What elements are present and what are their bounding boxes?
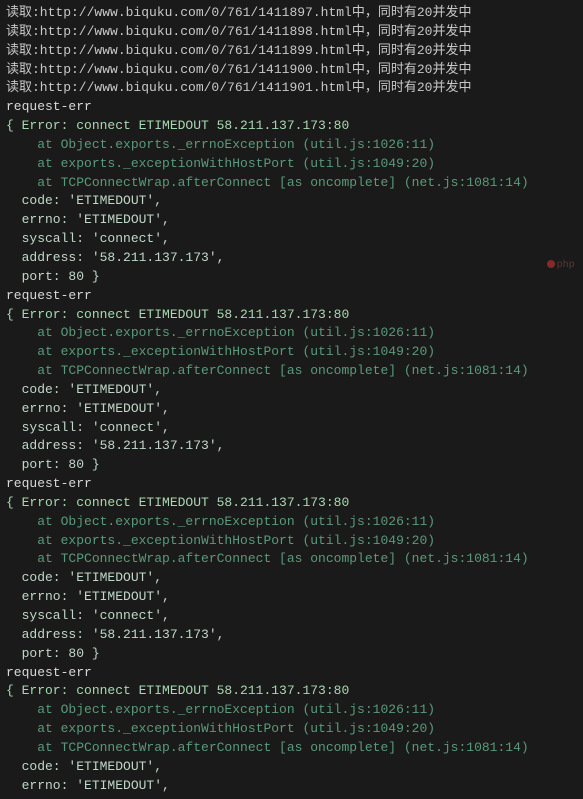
error-header: { Error: connect ETIMEDOUT 58.211.137.17… bbox=[6, 682, 577, 701]
watermark-badge: php bbox=[547, 258, 575, 273]
stack-trace-line: at Object.exports._errnoException (util.… bbox=[6, 324, 577, 343]
watermark-text: php bbox=[557, 259, 575, 270]
fetch-log-line: 读取:http://www.biquku.com/0/761/1411901.h… bbox=[6, 79, 577, 98]
error-label: request-err bbox=[6, 475, 577, 494]
stack-trace-line: at Object.exports._errnoException (util.… bbox=[6, 136, 577, 155]
error-label: request-err bbox=[6, 287, 577, 306]
fetch-log-line: 读取:http://www.biquku.com/0/761/1411900.h… bbox=[6, 61, 577, 80]
error-property-line: errno: 'ETIMEDOUT', bbox=[6, 400, 577, 419]
error-property-line: code: 'ETIMEDOUT', bbox=[6, 758, 577, 777]
terminal-output: 读取:http://www.biquku.com/0/761/1411897.h… bbox=[6, 4, 577, 795]
error-header: { Error: connect ETIMEDOUT 58.211.137.17… bbox=[6, 117, 577, 136]
error-property-line: code: 'ETIMEDOUT', bbox=[6, 192, 577, 211]
error-property-line: address: '58.211.137.173', bbox=[6, 437, 577, 456]
error-property-line: address: '58.211.137.173', bbox=[6, 249, 577, 268]
stack-trace-line: at TCPConnectWrap.afterConnect [as oncom… bbox=[6, 739, 577, 758]
error-property-line: errno: 'ETIMEDOUT', bbox=[6, 588, 577, 607]
stack-trace-line: at exports._exceptionWithHostPort (util.… bbox=[6, 720, 577, 739]
error-property-line: address: '58.211.137.173', bbox=[6, 626, 577, 645]
stack-trace-line: at Object.exports._errnoException (util.… bbox=[6, 701, 577, 720]
stack-trace-line: at Object.exports._errnoException (util.… bbox=[6, 513, 577, 532]
stack-trace-line: at exports._exceptionWithHostPort (util.… bbox=[6, 155, 577, 174]
error-label: request-err bbox=[6, 664, 577, 683]
error-property-line: errno: 'ETIMEDOUT', bbox=[6, 777, 577, 796]
stack-trace-line: at TCPConnectWrap.afterConnect [as oncom… bbox=[6, 362, 577, 381]
error-property-line: syscall: 'connect', bbox=[6, 419, 577, 438]
error-property-line: code: 'ETIMEDOUT', bbox=[6, 569, 577, 588]
stack-trace-line: at TCPConnectWrap.afterConnect [as oncom… bbox=[6, 550, 577, 569]
error-property-line: errno: 'ETIMEDOUT', bbox=[6, 211, 577, 230]
error-property-line: port: 80 } bbox=[6, 645, 577, 664]
stack-trace-line: at exports._exceptionWithHostPort (util.… bbox=[6, 532, 577, 551]
stack-trace-line: at exports._exceptionWithHostPort (util.… bbox=[6, 343, 577, 362]
error-property-line: code: 'ETIMEDOUT', bbox=[6, 381, 577, 400]
fetch-log-line: 读取:http://www.biquku.com/0/761/1411897.h… bbox=[6, 4, 577, 23]
error-label: request-err bbox=[6, 98, 577, 117]
error-property-line: port: 80 } bbox=[6, 268, 577, 287]
fetch-log-line: 读取:http://www.biquku.com/0/761/1411898.h… bbox=[6, 23, 577, 42]
error-property-line: syscall: 'connect', bbox=[6, 607, 577, 626]
error-header: { Error: connect ETIMEDOUT 58.211.137.17… bbox=[6, 494, 577, 513]
watermark-icon bbox=[547, 260, 555, 268]
error-property-line: port: 80 } bbox=[6, 456, 577, 475]
fetch-log-line: 读取:http://www.biquku.com/0/761/1411899.h… bbox=[6, 42, 577, 61]
error-header: { Error: connect ETIMEDOUT 58.211.137.17… bbox=[6, 306, 577, 325]
stack-trace-line: at TCPConnectWrap.afterConnect [as oncom… bbox=[6, 174, 577, 193]
error-property-line: syscall: 'connect', bbox=[6, 230, 577, 249]
